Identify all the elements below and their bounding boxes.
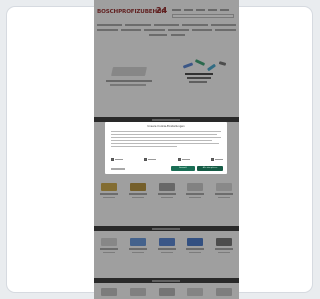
- checkbox-icon[interactable]: [144, 158, 148, 161]
- cookie-dialog-title: Unsere Cookie-Einstellungen: [147, 125, 185, 128]
- checkbox-icon[interactable]: [111, 158, 114, 161]
- cookie-option-necessary[interactable]: [111, 158, 123, 161]
- accept-all-button[interactable]: Alle akzeptieren: [197, 166, 223, 171]
- cookie-option-statistics[interactable]: [144, 158, 157, 161]
- cookie-dialog-text: [111, 131, 221, 149]
- website-screenshot: BOSCHPROFIZUBEHÖR 24 Unsere Cookie-Einst…: [94, 0, 239, 299]
- checkbox-icon[interactable]: [177, 158, 181, 161]
- accept-selected-button[interactable]: Auswahl: [171, 166, 195, 171]
- cookie-details-link[interactable]: [111, 168, 125, 170]
- cookie-option-marketing[interactable]: [177, 158, 190, 161]
- cookie-options: [111, 158, 223, 161]
- checkbox-icon[interactable]: [210, 158, 214, 161]
- cookie-consent-dialog: Unsere Cookie-Einstellungen Auswahl Alle…: [105, 122, 227, 174]
- cookie-option-functional[interactable]: [210, 158, 223, 161]
